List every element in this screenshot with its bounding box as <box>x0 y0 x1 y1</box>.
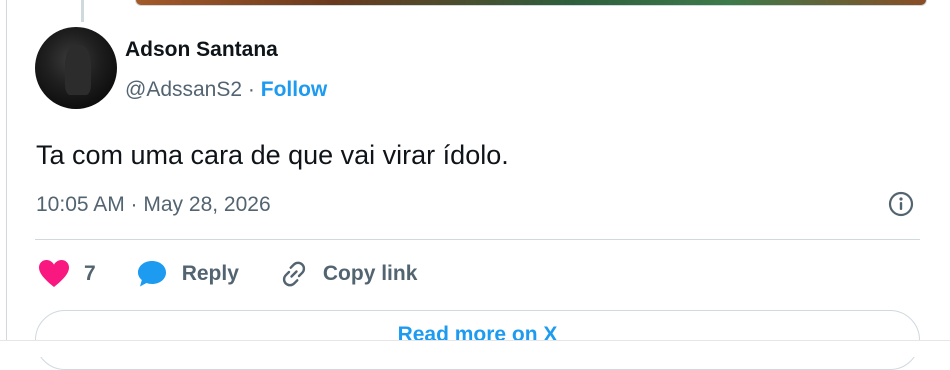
action-divider <box>35 239 920 240</box>
info-icon[interactable] <box>888 191 914 217</box>
author-display-name[interactable]: Adson Santana <box>125 38 278 62</box>
heart-icon <box>39 260 69 287</box>
follow-button[interactable]: Follow <box>261 78 328 101</box>
handle-separator: · <box>247 78 255 101</box>
tweet-actions: 7 Reply Copy link <box>38 256 457 292</box>
like-count: 7 <box>84 262 96 285</box>
thread-connector-line <box>81 0 84 22</box>
author-handle-row: @AdssanS2 · Follow <box>125 78 327 102</box>
previous-tweet-media-edge[interactable] <box>135 0 927 6</box>
copy-link-label: Copy link <box>322 262 418 285</box>
link-icon <box>282 261 305 287</box>
avatar[interactable] <box>35 27 117 109</box>
reply-label: Reply <box>181 262 239 285</box>
avatar-figure <box>65 45 91 95</box>
like-button[interactable]: 7 <box>38 259 96 289</box>
copy-link-button[interactable]: Copy link <box>279 259 418 289</box>
viewport-bottom-rule <box>0 340 950 341</box>
reply-button[interactable]: Reply <box>136 259 239 289</box>
tweet-text: Ta com uma cara de que vai virar ídolo. <box>36 140 509 170</box>
speech-bubble-icon <box>137 261 166 287</box>
tweet-timestamp[interactable]: 10:05 AM · May 28, 2026 <box>36 193 271 217</box>
author-handle[interactable]: @AdssanS2 <box>125 78 242 101</box>
viewport-bottom-edge <box>0 340 950 357</box>
